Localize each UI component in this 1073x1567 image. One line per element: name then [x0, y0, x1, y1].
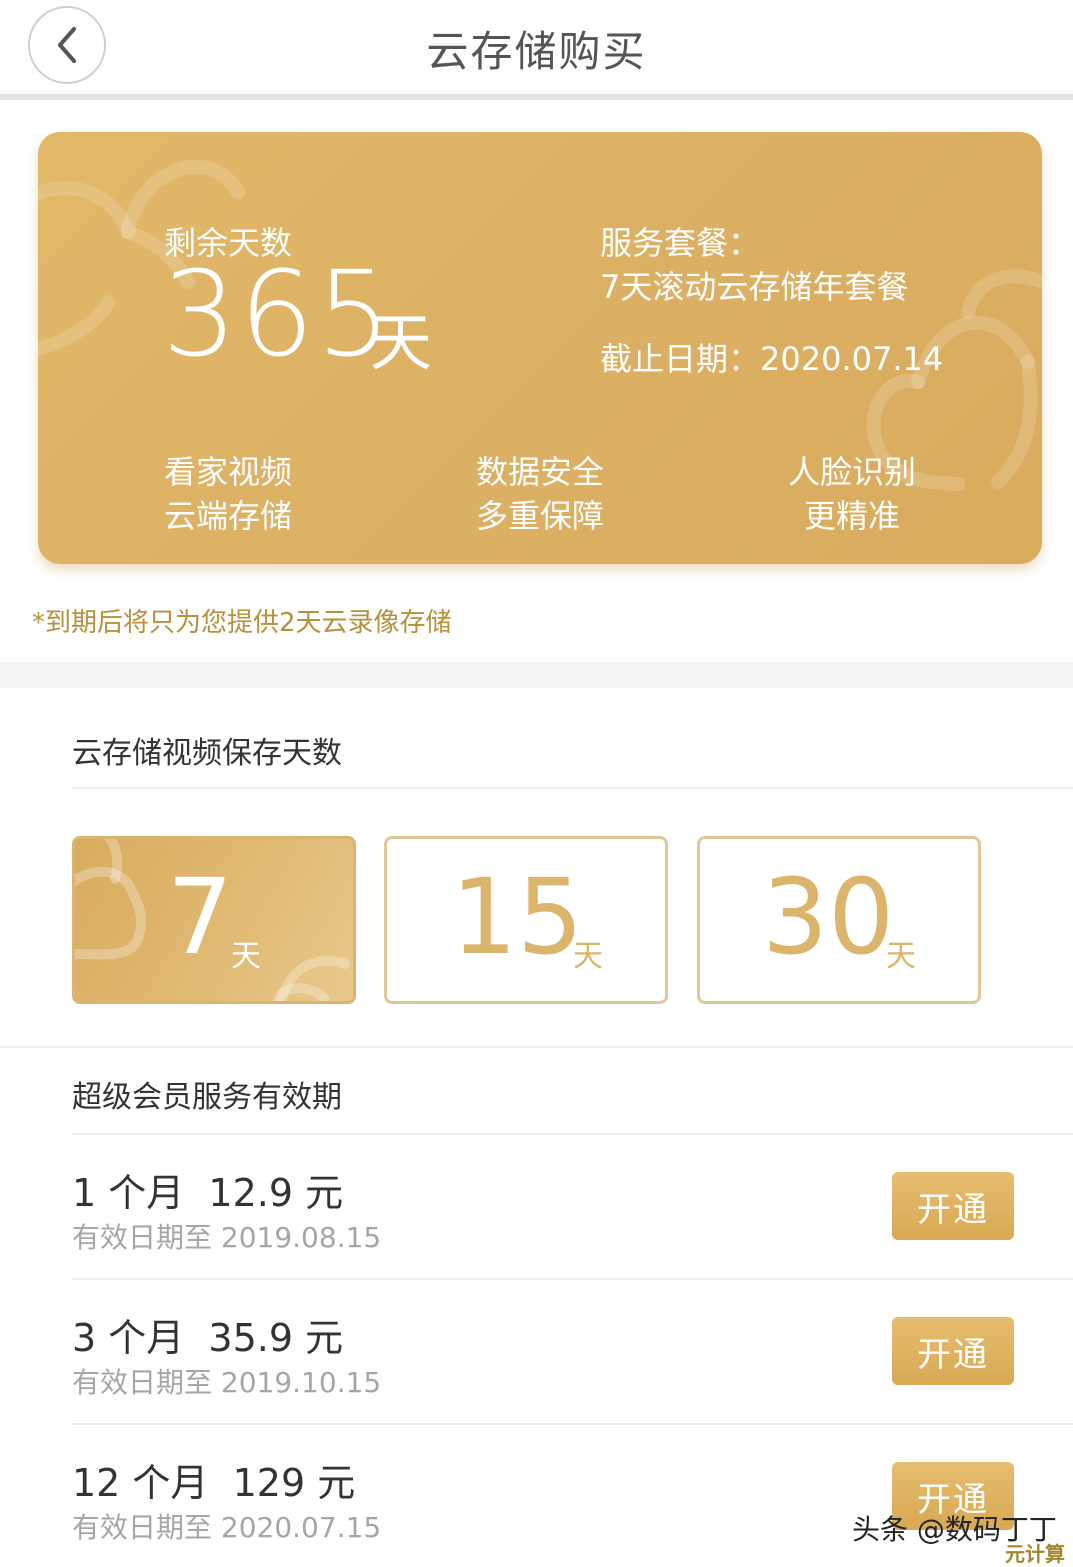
feature-line: 人脸识别: [787, 453, 916, 491]
membership-row-1-month: 1 个月 12.9 元 有效日期至 2019.08.15 开通: [72, 1162, 1073, 1272]
feature-data-security: 数据安全 多重保障: [440, 450, 640, 538]
feature-line: 更精准: [803, 497, 900, 535]
option-days-unit: 天: [886, 939, 916, 974]
membership-row-3-months: 3 个月 35.9 元 有效日期至 2019.10.15 开通: [72, 1307, 1073, 1417]
expire-date: 截止日期：2020.07.14: [600, 340, 944, 378]
storage-option-30-days[interactable]: 30 天: [697, 836, 981, 1004]
option-days-number: 15: [451, 856, 584, 978]
feature-line: 多重保障: [475, 497, 604, 535]
feature-home-video: 看家视频 云端存储: [128, 450, 328, 538]
membership-price: 12 个月 129 元: [72, 1461, 356, 1505]
feature-line: 看家视频: [163, 453, 292, 491]
expiry-notice: *到期后将只为您提供2天云录像存储: [32, 608, 452, 638]
feature-face-recognition: 人脸识别 更精准: [752, 450, 952, 538]
header-divider: [0, 94, 1073, 100]
activate-button[interactable]: 开通: [892, 1172, 1014, 1240]
subscription-card: 剩余天数 365 天 服务套餐： 7天滚动云存储年套餐 截止日期：2020.07…: [38, 132, 1042, 564]
membership-valid-date: 有效日期至 2020.07.15: [72, 1511, 382, 1544]
plan-name: 7天滚动云存储年套餐: [600, 268, 909, 306]
storage-option-7-days[interactable]: 7 天: [72, 836, 356, 1004]
option-days-unit: 天: [231, 939, 261, 974]
feature-line: 云端存储: [163, 497, 292, 535]
section-separator: [0, 662, 1073, 688]
top-bar: 云存储购买: [0, 0, 1073, 96]
divider: [0, 1046, 1073, 1048]
activate-button[interactable]: 开通: [892, 1317, 1014, 1385]
option-days-unit: 天: [573, 939, 603, 974]
storage-option-15-days[interactable]: 15 天: [384, 836, 668, 1004]
divider: [72, 1133, 1073, 1135]
divider: [72, 1423, 1073, 1425]
storage-days-title: 云存储视频保存天数: [72, 736, 342, 771]
remaining-days-unit: 天: [370, 306, 433, 379]
membership-price: 3 个月 35.9 元: [72, 1316, 344, 1360]
membership-title: 超级会员服务有效期: [72, 1080, 342, 1115]
option-days-number: 30: [762, 856, 895, 978]
membership-price: 1 个月 12.9 元: [72, 1171, 344, 1215]
divider: [72, 787, 1073, 789]
membership-valid-date: 有效日期至 2019.10.15: [72, 1366, 382, 1399]
feature-line: 数据安全: [475, 453, 604, 491]
page-title: 云存储购买: [426, 27, 647, 76]
membership-valid-date: 有效日期至 2019.08.15: [72, 1221, 382, 1254]
corner-watermark: 元计算: [1005, 1542, 1065, 1566]
remaining-days-value: 365: [162, 245, 394, 383]
plan-label: 服务套餐：: [600, 224, 761, 262]
option-days-number: 7: [167, 856, 234, 978]
divider: [72, 1278, 1073, 1280]
